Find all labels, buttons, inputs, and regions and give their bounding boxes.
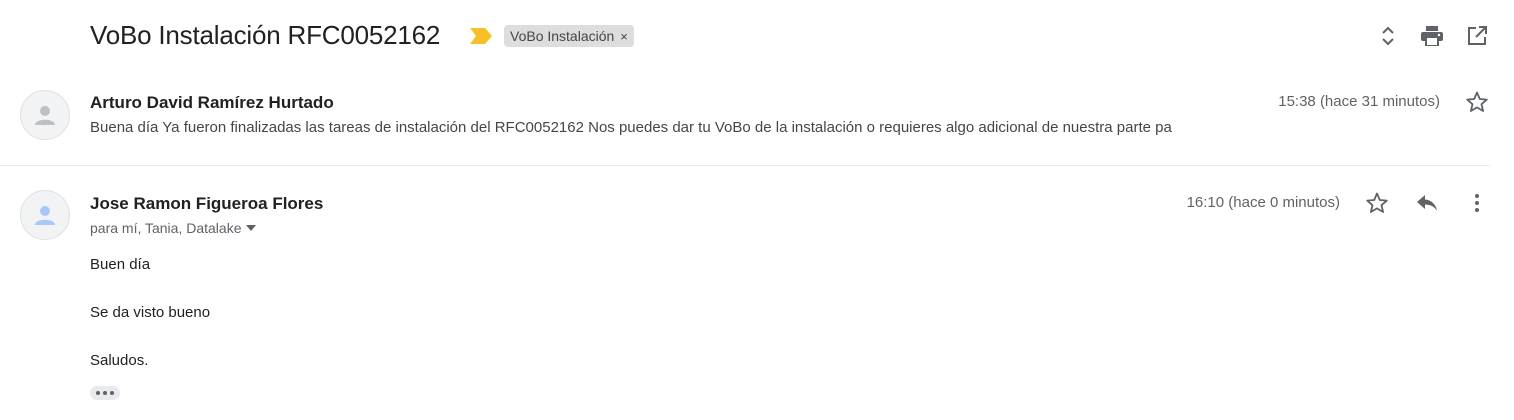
open-new-window-icon[interactable]: [1465, 24, 1489, 48]
sender-name[interactable]: Jose Ramon Figueroa Flores: [90, 194, 323, 214]
label-chip-text: VoBo Instalación: [510, 28, 615, 44]
body-line: Saludos.: [90, 352, 149, 369]
show-trimmed-content-button[interactable]: [90, 386, 120, 400]
print-icon[interactable]: [1420, 24, 1444, 48]
star-icon[interactable]: [1364, 190, 1390, 216]
body-line: Buen día: [90, 256, 151, 273]
body-line: Se da visto bueno: [90, 304, 211, 321]
dot: [110, 391, 114, 395]
label-chip: VoBo Instalación ×: [504, 25, 634, 47]
avatar: [20, 190, 70, 240]
reply-icon[interactable]: [1414, 190, 1440, 216]
dot: [103, 391, 107, 395]
message-time: 15:38 (hace 31 minutos): [1278, 93, 1440, 110]
expand-collapse-icon[interactable]: [1376, 24, 1400, 48]
more-options-icon[interactable]: [1464, 190, 1490, 216]
thread-subject: VoBo Instalación RFC0052162: [90, 20, 441, 50]
recipients-text: para mí, Tania, Datalake: [90, 220, 242, 236]
star-icon[interactable]: [1464, 89, 1490, 115]
avatar: [20, 90, 70, 140]
recipients-toggle[interactable]: para mí, Tania, Datalake: [90, 220, 256, 236]
person-icon: [35, 106, 55, 125]
message-snippet: Buena día Ya fueron finalizadas las tare…: [90, 119, 1172, 136]
thread-header: VoBo Instalación RFC0052162 VoBo Instala…: [0, 0, 1514, 76]
importance-marker-icon[interactable]: [470, 28, 492, 44]
sender-name: Arturo David Ramírez Hurtado: [90, 93, 334, 112]
person-icon: [35, 206, 55, 225]
message-time: 16:10 (hace 0 minutos): [1186, 194, 1340, 211]
caret-down-icon: [245, 225, 256, 231]
message-divider: [0, 165, 1490, 166]
remove-label-button[interactable]: ×: [620, 29, 628, 44]
dot: [96, 391, 100, 395]
